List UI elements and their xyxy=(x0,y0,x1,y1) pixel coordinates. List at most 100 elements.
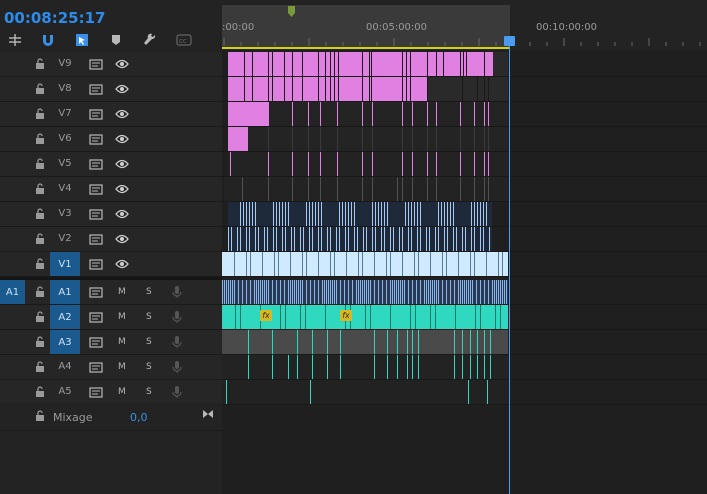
clip-edge[interactable] xyxy=(435,227,436,251)
clip-edge[interactable] xyxy=(483,227,484,251)
clip-edge[interactable] xyxy=(292,102,293,126)
clip-edge[interactable] xyxy=(436,102,437,126)
clip-edge[interactable] xyxy=(484,52,485,76)
clip-edge[interactable] xyxy=(372,102,373,126)
track-a4[interactable] xyxy=(222,355,707,380)
clip-edge[interactable] xyxy=(374,252,375,276)
clip-edge[interactable] xyxy=(291,227,292,251)
solo-button[interactable]: S xyxy=(146,387,152,397)
clip-edge[interactable] xyxy=(279,202,280,226)
clip-edge[interactable] xyxy=(456,227,457,251)
clip-edge[interactable] xyxy=(410,305,411,329)
clip-edge[interactable] xyxy=(369,77,370,101)
clip-edge[interactable] xyxy=(272,355,273,379)
lock-icon[interactable] xyxy=(32,181,48,197)
clip-edge[interactable] xyxy=(339,202,340,226)
clip-edge[interactable] xyxy=(252,77,253,101)
clip-edge[interactable] xyxy=(488,77,489,101)
clip-edge[interactable] xyxy=(455,305,456,329)
clip-edge[interactable] xyxy=(240,305,241,329)
clip-edge[interactable] xyxy=(327,355,328,379)
clip-edge[interactable] xyxy=(284,280,285,304)
clip-edge[interactable] xyxy=(230,152,231,176)
voiceover-mic-icon[interactable] xyxy=(169,334,185,350)
source-patch-a1[interactable]: A1 xyxy=(0,280,25,304)
clip-edge[interactable] xyxy=(338,52,339,76)
clip-edge[interactable] xyxy=(357,227,358,251)
clip-edge[interactable] xyxy=(470,252,471,276)
clip-edge[interactable] xyxy=(428,280,429,304)
clip-edge[interactable] xyxy=(460,52,461,76)
clip-edge[interactable] xyxy=(276,202,277,226)
clip-edge[interactable] xyxy=(234,280,235,304)
clip-edge[interactable] xyxy=(476,280,477,304)
clip-edge[interactable] xyxy=(454,280,455,304)
eye-icon[interactable] xyxy=(114,81,130,97)
clip-edge[interactable] xyxy=(272,52,273,76)
clip-edge[interactable] xyxy=(412,280,413,304)
clip-edge[interactable] xyxy=(332,280,333,304)
clip-edge[interactable] xyxy=(436,280,437,304)
clip-edge[interactable] xyxy=(228,280,229,304)
clip-edge[interactable] xyxy=(375,202,376,226)
clip-edge[interactable] xyxy=(415,305,416,329)
time-ruler[interactable]: :00:00 00:05:00:00 00:10:00:00 xyxy=(222,0,707,50)
clip-edge[interactable] xyxy=(427,177,428,201)
sync-lock-icon[interactable] xyxy=(88,206,104,222)
track-name[interactable]: A4 xyxy=(54,361,76,372)
clip-edge[interactable] xyxy=(358,252,359,276)
magnet-icon[interactable] xyxy=(39,31,57,49)
clip-edge[interactable] xyxy=(397,177,398,201)
clip-edge[interactable] xyxy=(285,227,286,251)
clip-edge[interactable] xyxy=(492,280,493,304)
clip-edge[interactable] xyxy=(411,227,412,251)
clip-edge[interactable] xyxy=(302,77,303,101)
clip-edge[interactable] xyxy=(394,280,395,304)
clip-edge[interactable] xyxy=(436,127,437,151)
clip-edge[interactable] xyxy=(262,280,263,304)
clip-edge[interactable] xyxy=(417,227,418,251)
clip-edge[interactable] xyxy=(390,280,391,304)
playhead-handle[interactable] xyxy=(504,36,515,46)
clip-edge[interactable] xyxy=(308,152,309,176)
clip-edge[interactable] xyxy=(310,280,311,304)
clip-edge[interactable] xyxy=(252,202,253,226)
lock-icon[interactable] xyxy=(32,408,48,424)
clip-edge[interactable] xyxy=(378,202,379,226)
clip-edge[interactable] xyxy=(420,227,421,251)
clip-edge[interactable] xyxy=(266,280,267,304)
clip-edge[interactable] xyxy=(240,202,241,226)
clip-edge[interactable] xyxy=(296,280,297,304)
clip-edge[interactable] xyxy=(320,152,321,176)
clip-edge[interactable] xyxy=(471,227,472,251)
sync-lock-icon[interactable] xyxy=(88,359,104,375)
clip-edge[interactable] xyxy=(462,355,463,379)
track-a5[interactable] xyxy=(222,380,707,405)
sync-lock-icon[interactable] xyxy=(88,131,104,147)
clip-edge[interactable] xyxy=(330,52,331,76)
clip-edge[interactable] xyxy=(504,280,505,304)
clip-edge[interactable] xyxy=(436,152,437,176)
clip-edge[interactable] xyxy=(484,152,485,176)
clip-edge[interactable] xyxy=(506,280,507,304)
clip-edge[interactable] xyxy=(444,227,445,251)
clip-edge[interactable] xyxy=(502,280,503,304)
clip-edge[interactable] xyxy=(314,280,315,304)
clip-edge[interactable] xyxy=(494,280,495,304)
clip-edge[interactable] xyxy=(408,202,409,226)
sync-lock-icon[interactable] xyxy=(88,284,104,300)
clip-edge[interactable] xyxy=(465,227,466,251)
clip-edge[interactable] xyxy=(435,305,436,329)
playhead-timecode[interactable]: 00:08:25:17 xyxy=(4,9,106,27)
track-fill[interactable] xyxy=(228,127,508,151)
clip-edge[interactable] xyxy=(384,202,385,226)
eye-icon[interactable] xyxy=(114,231,130,247)
clip-edge[interactable] xyxy=(318,280,319,304)
clip-edge[interactable] xyxy=(484,330,485,354)
clip-edge[interactable] xyxy=(234,252,235,276)
track-a1[interactable] xyxy=(222,280,707,305)
clip-edge[interactable] xyxy=(249,202,250,226)
clip-edge[interactable] xyxy=(302,280,303,304)
clip-edge[interactable] xyxy=(496,280,497,304)
track-a3[interactable] xyxy=(222,330,707,355)
